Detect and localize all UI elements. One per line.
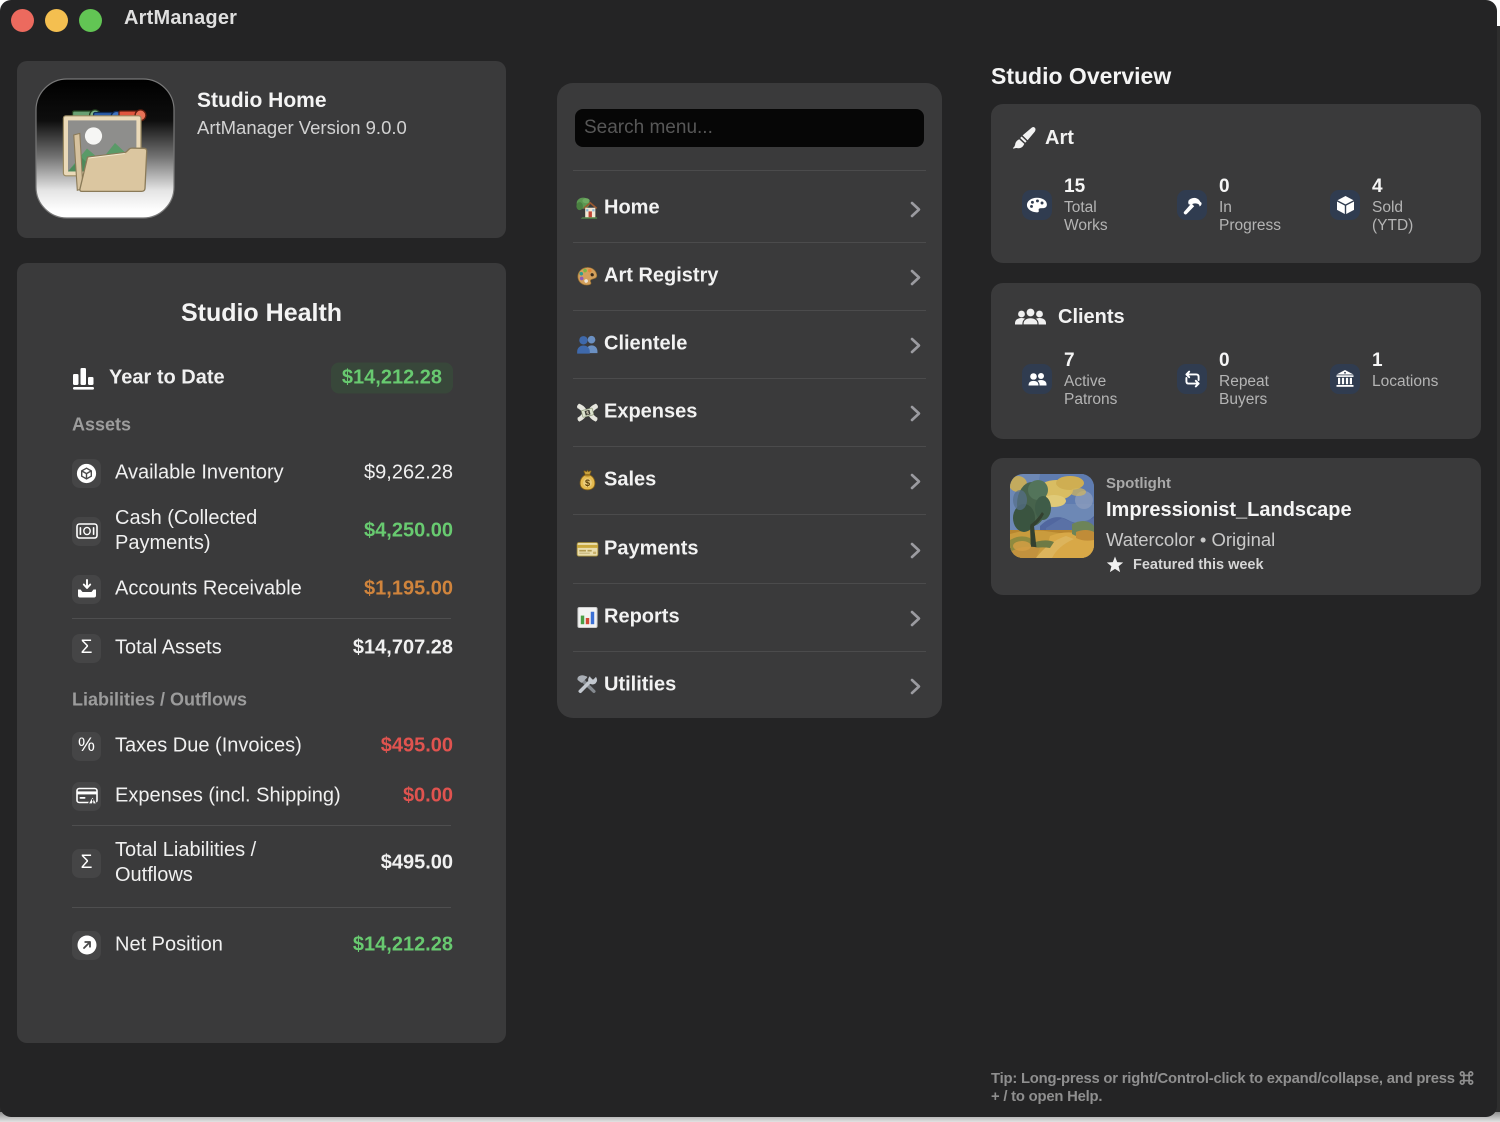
svg-text:$: $ [585, 478, 590, 488]
